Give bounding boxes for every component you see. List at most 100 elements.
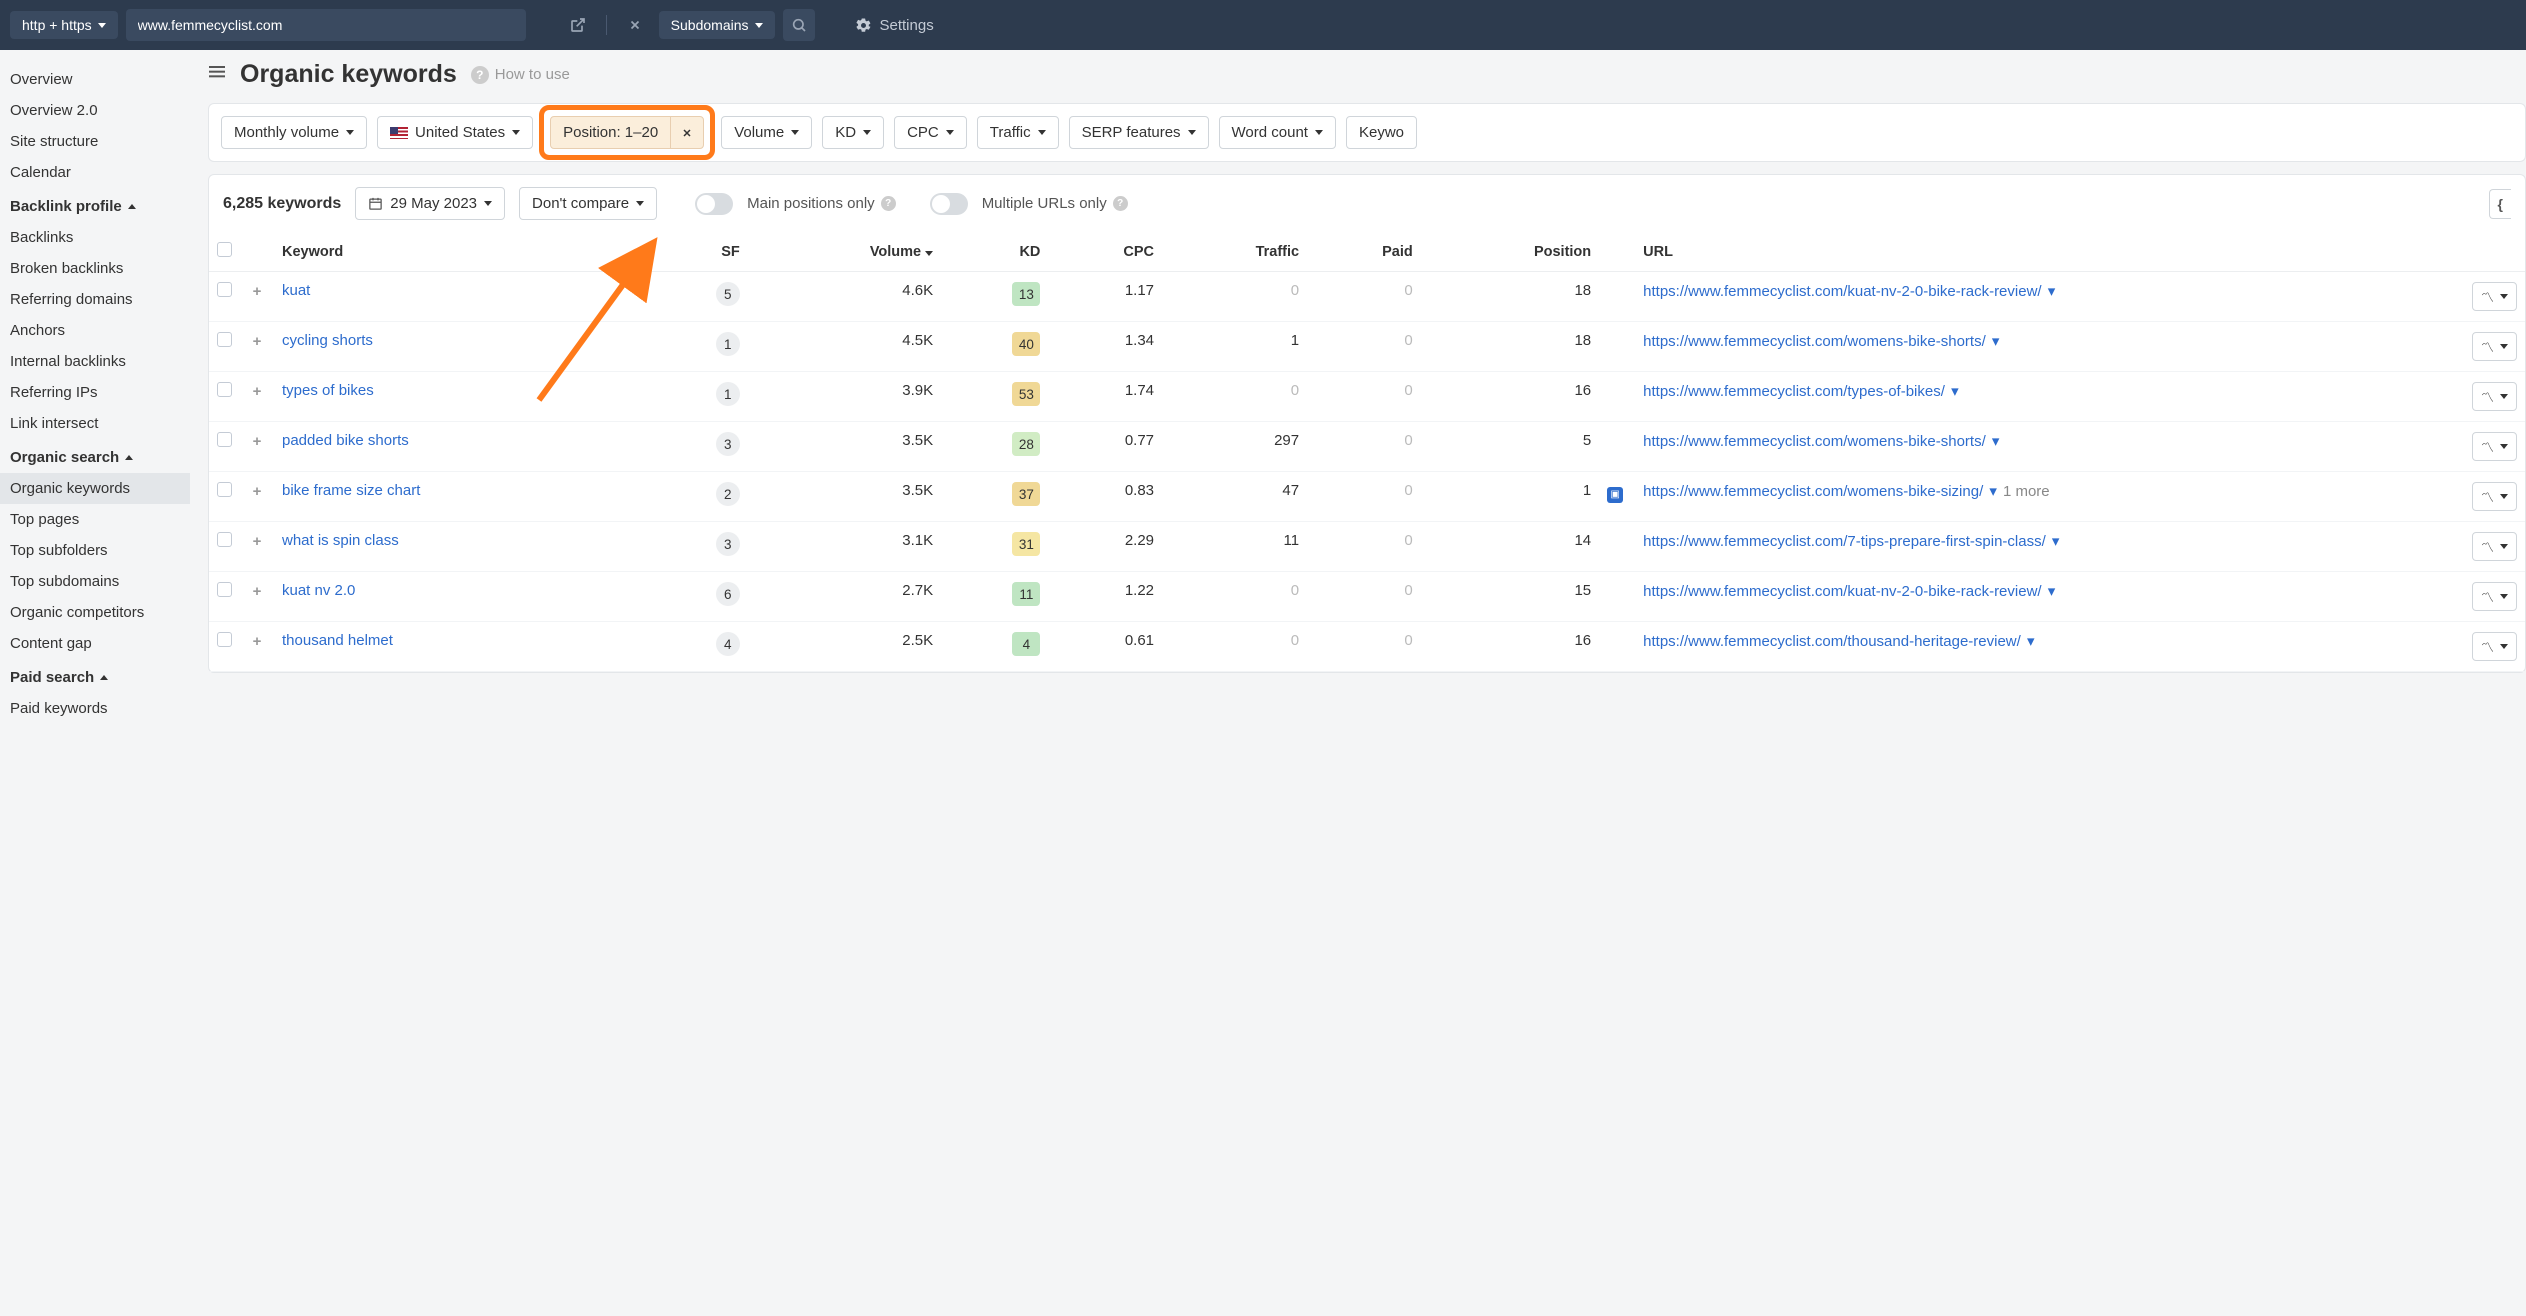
row-checkbox[interactable] — [217, 482, 232, 497]
question-icon[interactable]: ? — [881, 196, 896, 211]
keyword-link[interactable]: kuat — [282, 282, 310, 299]
expand-row-icon[interactable]: + — [248, 332, 266, 350]
sidebar-item[interactable]: Paid keywords — [0, 693, 190, 724]
keyword-link[interactable]: types of bikes — [282, 382, 374, 399]
filter-position-label[interactable]: Position: 1–20 — [551, 117, 670, 148]
url-link[interactable]: https://www.femmecyclist.com/types-of-bi… — [1643, 383, 1945, 400]
url-link[interactable]: https://www.femmecyclist.com/kuat-nv-2-0… — [1643, 283, 2041, 300]
sidebar-item[interactable]: Internal backlinks — [0, 346, 190, 377]
filter-kd[interactable]: KD — [822, 116, 884, 149]
expand-row-icon[interactable]: + — [248, 282, 266, 300]
col-volume[interactable]: Volume — [748, 232, 941, 272]
row-checkbox[interactable] — [217, 582, 232, 597]
expand-row-icon[interactable]: + — [248, 632, 266, 650]
chevron-down-icon[interactable]: ▾ — [2044, 583, 2056, 600]
col-traffic[interactable]: Traffic — [1162, 232, 1307, 272]
sidebar-item[interactable]: Top subfolders — [0, 535, 190, 566]
filter-volume[interactable]: Volume — [721, 116, 812, 149]
sf-badge[interactable]: 1 — [716, 382, 740, 406]
domain-input[interactable] — [126, 9, 526, 41]
url-link[interactable]: https://www.femmecyclist.com/womens-bike… — [1643, 483, 1983, 500]
expand-row-icon[interactable]: + — [248, 532, 266, 550]
row-checkbox[interactable] — [217, 532, 232, 547]
url-link[interactable]: https://www.femmecyclist.com/womens-bike… — [1643, 333, 1986, 350]
row-action-button[interactable]: 〽 — [2472, 432, 2517, 461]
protocol-select[interactable]: http + https — [10, 11, 118, 39]
api-button[interactable]: { — [2489, 189, 2511, 219]
menu-icon[interactable] — [208, 64, 226, 85]
sf-badge[interactable]: 1 — [716, 332, 740, 356]
row-action-button[interactable]: 〽 — [2472, 382, 2517, 411]
sf-badge[interactable]: 2 — [716, 482, 740, 506]
more-urls-link[interactable]: 1 more — [2003, 483, 2050, 500]
sidebar-item[interactable]: Calendar — [0, 157, 190, 188]
row-action-button[interactable]: 〽 — [2472, 532, 2517, 561]
sidebar-item[interactable]: Organic keywords — [0, 473, 190, 504]
row-action-button[interactable]: 〽 — [2472, 582, 2517, 611]
col-kd[interactable]: KD — [941, 232, 1048, 272]
row-checkbox[interactable] — [217, 282, 232, 297]
serp-feature-icon[interactable]: ▣ — [1607, 487, 1623, 503]
sf-badge[interactable]: 4 — [716, 632, 740, 656]
filter-cpc[interactable]: CPC — [894, 116, 967, 149]
toggle-multi-urls[interactable] — [930, 193, 968, 215]
settings-button[interactable]: Settings — [845, 11, 944, 40]
sidebar-heading[interactable]: Backlink profile — [0, 188, 190, 222]
row-action-button[interactable]: 〽 — [2472, 632, 2517, 661]
row-checkbox[interactable] — [217, 382, 232, 397]
sf-badge[interactable]: 3 — [716, 532, 740, 556]
how-to-use-link[interactable]: ? How to use — [471, 66, 570, 84]
keyword-link[interactable]: bike frame size chart — [282, 482, 420, 499]
sidebar-heading[interactable]: Paid search — [0, 659, 190, 693]
search-button[interactable] — [783, 9, 815, 41]
chevron-down-icon[interactable]: ▾ — [2048, 533, 2060, 550]
filter-position-remove[interactable] — [670, 117, 703, 148]
row-action-button[interactable]: 〽 — [2472, 482, 2517, 511]
sidebar-item[interactable]: Overview 2.0 — [0, 95, 190, 126]
row-action-button[interactable]: 〽 — [2472, 332, 2517, 361]
url-link[interactable]: https://www.femmecyclist.com/thousand-he… — [1643, 633, 2021, 650]
expand-row-icon[interactable]: + — [248, 582, 266, 600]
filter-monthly-volume[interactable]: Monthly volume — [221, 116, 367, 149]
keyword-link[interactable]: kuat nv 2.0 — [282, 582, 355, 599]
keyword-link[interactable]: cycling shorts — [282, 332, 373, 349]
sidebar-item[interactable]: Content gap — [0, 628, 190, 659]
filter-traffic[interactable]: Traffic — [977, 116, 1059, 149]
chevron-down-icon[interactable]: ▾ — [1988, 333, 2000, 350]
sf-badge[interactable]: 6 — [716, 582, 740, 606]
sidebar-item[interactable]: Link intersect — [0, 408, 190, 439]
col-keyword[interactable]: Keyword — [274, 232, 650, 272]
sidebar-item[interactable]: Anchors — [0, 315, 190, 346]
col-cpc[interactable]: CPC — [1048, 232, 1162, 272]
sidebar-heading[interactable]: Organic search — [0, 439, 190, 473]
expand-row-icon[interactable]: + — [248, 382, 266, 400]
row-action-button[interactable]: 〽 — [2472, 282, 2517, 311]
chevron-down-icon[interactable]: ▾ — [2044, 283, 2056, 300]
row-checkbox[interactable] — [217, 332, 232, 347]
toggle-main-positions[interactable] — [695, 193, 733, 215]
col-sf[interactable]: SF — [650, 232, 747, 272]
col-position[interactable]: Position — [1421, 232, 1599, 272]
row-checkbox[interactable] — [217, 432, 232, 447]
chevron-down-icon[interactable]: ▾ — [2023, 633, 2035, 650]
url-link[interactable]: https://www.femmecyclist.com/kuat-nv-2-0… — [1643, 583, 2041, 600]
sidebar-item[interactable]: Site structure — [0, 126, 190, 157]
clear-icon[interactable] — [619, 9, 651, 41]
open-external-icon[interactable] — [562, 9, 594, 41]
filter-word-count[interactable]: Word count — [1219, 116, 1336, 149]
sidebar-item[interactable]: Top pages — [0, 504, 190, 535]
sidebar-item[interactable]: Broken backlinks — [0, 253, 190, 284]
keyword-link[interactable]: thousand helmet — [282, 632, 393, 649]
mode-select[interactable]: Subdomains — [659, 11, 775, 39]
sidebar-item[interactable]: Referring IPs — [0, 377, 190, 408]
col-url[interactable]: URL — [1635, 232, 2464, 272]
chevron-down-icon[interactable]: ▾ — [1988, 433, 2000, 450]
expand-row-icon[interactable]: + — [248, 432, 266, 450]
url-link[interactable]: https://www.femmecyclist.com/womens-bike… — [1643, 433, 1986, 450]
keyword-link[interactable]: what is spin class — [282, 532, 399, 549]
col-paid[interactable]: Paid — [1307, 232, 1421, 272]
sidebar-item[interactable]: Referring domains — [0, 284, 190, 315]
chevron-down-icon[interactable]: ▾ — [1985, 483, 1997, 500]
chevron-down-icon[interactable]: ▾ — [1947, 383, 1959, 400]
sidebar-item[interactable]: Organic competitors — [0, 597, 190, 628]
